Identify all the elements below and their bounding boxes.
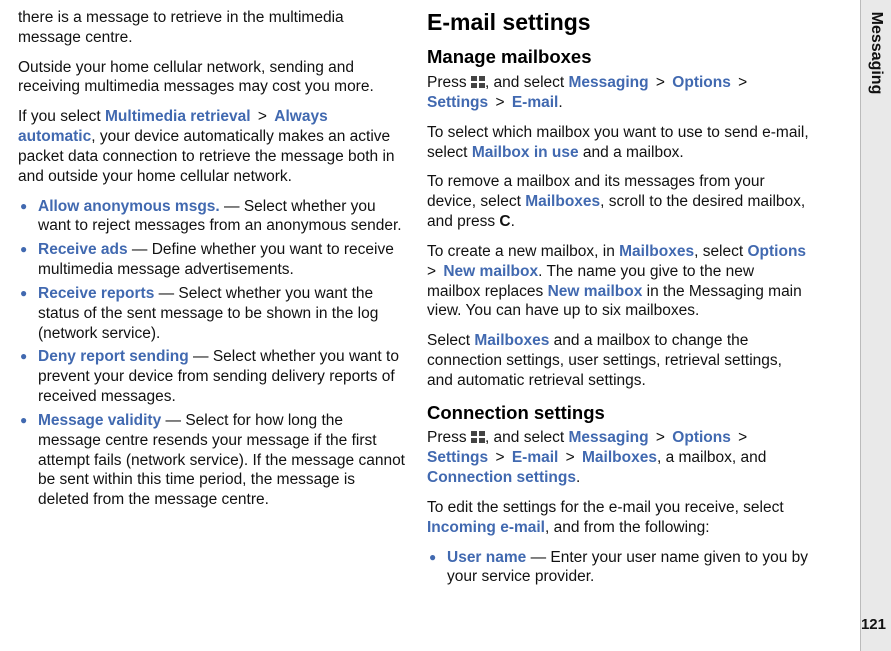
text: , a mailbox, and xyxy=(657,449,766,466)
path-separator: > xyxy=(491,94,509,111)
heading-manage-mailboxes: Manage mailboxes xyxy=(427,45,810,69)
path-separator: > xyxy=(561,449,579,466)
option-allow-anonymous: Allow anonymous msgs. xyxy=(38,198,220,215)
option-receive-reports: Receive reports xyxy=(38,285,154,302)
page-number: 121 xyxy=(861,616,886,633)
path-separator: > xyxy=(254,108,272,125)
option-mailbox-in-use: Mailbox in use xyxy=(472,144,579,161)
option-incoming-email: Incoming e-mail xyxy=(427,519,545,536)
path-separator: > xyxy=(652,74,670,91)
text: To create a new mailbox, in xyxy=(427,243,619,260)
option-receive-ads: Receive ads xyxy=(38,241,128,258)
paragraph: To select which mailbox you want to use … xyxy=(427,123,810,163)
left-column: there is a message to retrieve in the mu… xyxy=(18,8,423,643)
path-separator: > xyxy=(427,263,440,280)
paragraph: If you select Multimedia retrieval > Alw… xyxy=(18,107,405,186)
text: . xyxy=(558,94,562,111)
paragraph: there is a message to retrieve in the mu… xyxy=(18,8,405,48)
text: To edit the settings for the e-mail you … xyxy=(427,499,784,516)
paragraph: To create a new mailbox, in Mailboxes, s… xyxy=(427,242,810,321)
list-item: User name — Enter your user name given t… xyxy=(427,548,810,588)
option-message-validity: Message validity xyxy=(38,412,161,429)
option-deny-report-sending: Deny report sending xyxy=(38,348,189,365)
option-user-name: User name xyxy=(447,549,526,566)
list-item: Allow anonymous msgs. — Select whether y… xyxy=(18,197,405,237)
option-new-mailbox: New mailbox xyxy=(443,263,538,280)
option-mailboxes: Mailboxes xyxy=(619,243,694,260)
text: Select xyxy=(427,332,474,349)
list-item: Deny report sending — Select whether you… xyxy=(18,347,405,406)
path-separator: > xyxy=(734,429,747,446)
option-mailboxes: Mailboxes xyxy=(474,332,549,349)
path-segment: Messaging xyxy=(569,429,649,446)
paragraph: Press , and select Messaging > Options >… xyxy=(427,428,810,487)
heading-connection-settings: Connection settings xyxy=(427,401,810,425)
right-column: E-mail settings Manage mailboxes Press ,… xyxy=(423,8,828,643)
page: there is a message to retrieve in the mu… xyxy=(0,0,891,651)
path-segment: Messaging xyxy=(569,74,649,91)
text: , and from the following: xyxy=(545,519,710,536)
path-segment: E-mail xyxy=(512,449,559,466)
options-list: Allow anonymous msgs. — Select whether y… xyxy=(18,197,405,510)
key-c: C xyxy=(499,213,510,230)
heading-email-settings: E-mail settings xyxy=(427,8,810,37)
option-options: Options xyxy=(748,243,807,260)
paragraph: To remove a mailbox and its messages fro… xyxy=(427,172,810,231)
path-segment: Options xyxy=(672,74,731,91)
menu-key-icon xyxy=(471,76,485,88)
option-new-mailbox: New mailbox xyxy=(548,283,643,300)
text: If you select xyxy=(18,108,105,125)
path-separator: > xyxy=(652,429,670,446)
path-segment: E-mail xyxy=(512,94,559,111)
text: Press xyxy=(427,429,471,446)
text: , and select xyxy=(485,74,569,91)
path-segment: Options xyxy=(672,429,731,446)
list-item: Receive ads — Define whether you want to… xyxy=(18,240,405,280)
text: . xyxy=(576,469,580,486)
option-multimedia-retrieval: Multimedia retrieval xyxy=(105,108,251,125)
path-separator: > xyxy=(734,74,747,91)
option-connection-settings: Connection settings xyxy=(427,469,576,486)
path-segment: Settings xyxy=(427,449,488,466)
paragraph: Outside your home cellular network, send… xyxy=(18,58,405,98)
option-mailboxes: Mailboxes xyxy=(525,193,600,210)
text: Press xyxy=(427,74,471,91)
text: and a mailbox. xyxy=(579,144,684,161)
list-item: Message validity — Select for how long t… xyxy=(18,411,405,510)
text: , select xyxy=(694,243,747,260)
options-list: User name — Enter your user name given t… xyxy=(427,548,810,588)
text: , and select xyxy=(485,429,569,446)
path-segment: Mailboxes xyxy=(582,449,657,466)
paragraph: Press , and select Messaging > Options >… xyxy=(427,73,810,113)
text: . xyxy=(511,213,515,230)
list-item: Receive reports — Select whether you wan… xyxy=(18,284,405,343)
paragraph: Select Mailboxes and a mailbox to change… xyxy=(427,331,810,390)
section-tab: Messaging 121 xyxy=(860,0,891,651)
section-label: Messaging xyxy=(867,12,885,95)
paragraph: To edit the settings for the e-mail you … xyxy=(427,498,810,538)
path-segment: Settings xyxy=(427,94,488,111)
menu-key-icon xyxy=(471,431,485,443)
path-separator: > xyxy=(491,449,509,466)
